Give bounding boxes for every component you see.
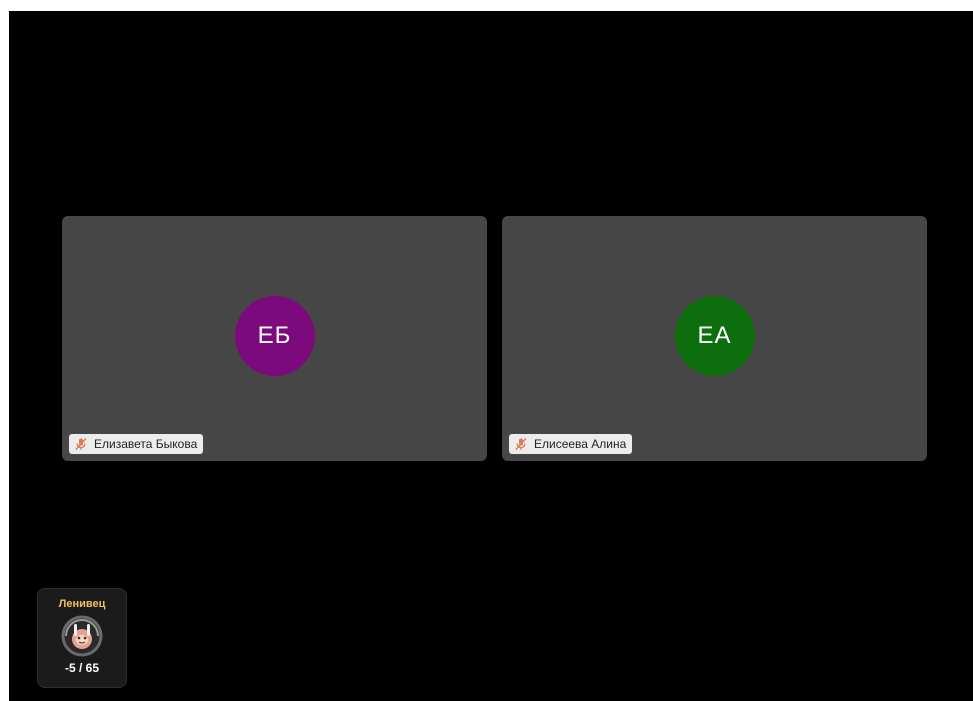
mic-muted-icon xyxy=(515,438,527,450)
avatar-initials: ЕБ xyxy=(257,322,292,349)
status-widget-title: Ленивец xyxy=(58,598,106,610)
participant-name: Елисеева Алина xyxy=(534,437,627,451)
sloth-icon xyxy=(61,615,103,657)
participant-name-tag: Елисеева Алина xyxy=(509,434,633,454)
avatar-initials: ЕА xyxy=(697,322,732,349)
mic-muted-icon xyxy=(75,438,87,450)
participant-name: Елизавета Быкова xyxy=(94,437,198,451)
participant-avatar: ЕБ xyxy=(234,296,315,376)
video-stage: ЕБ Елизавета Быкова ЕА Елисеева Алина Ле… xyxy=(9,11,973,701)
participant-tile-alina[interactable]: ЕА Елисеева Алина xyxy=(502,216,927,461)
participant-tile-elizaveta[interactable]: ЕБ Елизавета Быкова xyxy=(62,216,487,461)
status-widget[interactable]: Ленивец -5 / 65 xyxy=(37,588,127,688)
status-widget-score: -5 / 65 xyxy=(64,661,100,675)
participant-avatar: ЕА xyxy=(674,296,755,376)
participant-name-tag: Елизавета Быкова xyxy=(69,434,204,454)
